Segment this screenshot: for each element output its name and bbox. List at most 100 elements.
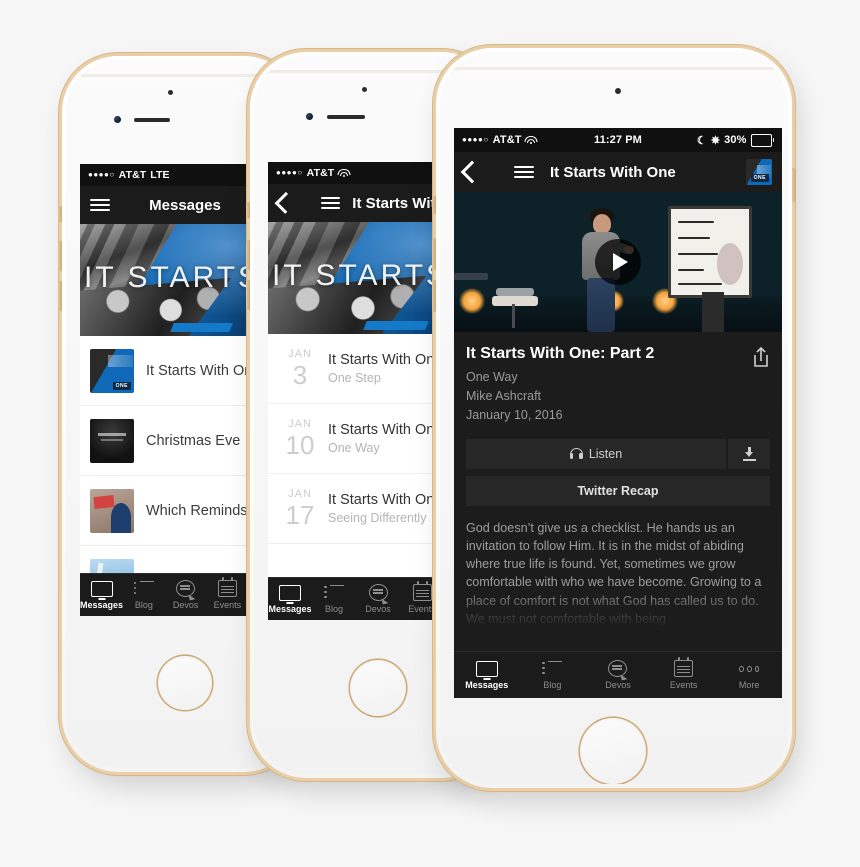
- carrier-label: AT&T: [118, 169, 147, 181]
- tab-label: Blog: [324, 603, 343, 614]
- messages-icon: [90, 580, 113, 597]
- tab-label: Events: [408, 604, 436, 614]
- blog-icon: [324, 584, 344, 601]
- tab-devos[interactable]: Devos: [356, 584, 400, 614]
- carrier-label: AT&T: [492, 134, 522, 146]
- list-thumbnail: [90, 348, 134, 393]
- chevron-left-icon[interactable]: [274, 191, 297, 215]
- front-camera-icon: [114, 116, 121, 123]
- play-button[interactable]: [595, 239, 641, 285]
- phone-3-screen: ●●●●○ AT&T 11:27 PM ☾ ✵ 30% It Starts Wi…: [454, 128, 782, 698]
- listen-button[interactable]: Listen: [466, 438, 726, 469]
- tab-label: Blog: [134, 599, 153, 610]
- signal-dots-icon: ●●●●○: [88, 170, 115, 179]
- episode-day: 3: [292, 360, 308, 390]
- earpiece-speaker: [134, 118, 170, 122]
- events-icon: [412, 581, 432, 601]
- episode-date: JAN 17: [276, 489, 324, 529]
- hamburger-icon[interactable]: [321, 197, 341, 209]
- list-item-title: It Starts With One: [146, 362, 261, 379]
- video-player[interactable]: [454, 192, 782, 332]
- share-icon[interactable]: [752, 346, 770, 368]
- front-camera-icon: [306, 113, 313, 120]
- download-icon: [742, 446, 756, 461]
- hamburger-icon[interactable]: [514, 166, 534, 178]
- wifi-icon: [337, 168, 351, 178]
- tab-events[interactable]: Events: [207, 577, 249, 610]
- episode-date: JAN 10: [276, 419, 324, 460]
- devos-icon: [608, 660, 628, 677]
- events-icon: [217, 577, 237, 597]
- episode-month: JAN: [288, 348, 312, 360]
- play-icon: [612, 253, 628, 271]
- list-thumbnail: [90, 418, 134, 463]
- tab-label: Events: [669, 680, 698, 690]
- episode-day: 10: [285, 430, 315, 460]
- battery-percent-label: 30%: [724, 134, 747, 146]
- list-thumbnail: [90, 488, 134, 533]
- hamburger-icon[interactable]: [90, 199, 110, 211]
- episode-title: It Starts With One: [328, 492, 443, 508]
- moon-icon: ☾: [696, 134, 707, 147]
- battery-icon: [750, 133, 774, 147]
- tab-devos[interactable]: Devos: [585, 660, 651, 690]
- signal-dots-icon: ●●●●○: [276, 168, 303, 177]
- tab-messages[interactable]: Messages: [80, 580, 124, 610]
- episode-date: JAN 3: [276, 348, 324, 390]
- sermon-series: One Way: [466, 370, 518, 385]
- tab-bar-3: Messages Blog Devos Events More: [454, 651, 782, 698]
- tab-blog[interactable]: Blog: [312, 584, 356, 614]
- episode-subtitle: One Step: [328, 371, 381, 385]
- home-button[interactable]: [350, 660, 406, 716]
- signal-dots-icon: ●●●●○: [462, 135, 489, 144]
- home-button[interactable]: [580, 718, 646, 784]
- wifi-icon: [524, 135, 538, 145]
- tab-blog[interactable]: Blog: [123, 580, 165, 610]
- nav-bar-3: It Starts With One: [454, 152, 782, 192]
- clock-label: 11:27 PM: [594, 134, 642, 146]
- episode-subtitle: One Way: [328, 441, 380, 455]
- proximity-sensor: [168, 90, 173, 95]
- headphones-icon: [569, 448, 583, 460]
- stage-light: [459, 288, 485, 314]
- action-row: Listen: [466, 438, 770, 469]
- bluetooth-icon: ✵: [710, 134, 721, 147]
- tab-label: Events: [213, 600, 242, 610]
- stage-stool: [492, 296, 538, 306]
- tab-label: Messages: [268, 603, 312, 614]
- tab-messages[interactable]: Messages: [454, 660, 520, 690]
- twitter-recap-button[interactable]: Twitter Recap: [466, 475, 770, 506]
- more-icon: [739, 661, 760, 677]
- proximity-sensor: [615, 88, 621, 94]
- tab-label: Messages: [80, 599, 124, 610]
- devos-icon: [368, 584, 388, 601]
- sermon-date: January 10, 2016: [466, 408, 563, 423]
- download-button[interactable]: [728, 438, 770, 469]
- tab-more[interactable]: More: [716, 661, 782, 690]
- tab-label: Messages: [465, 679, 509, 690]
- messages-icon: [475, 660, 498, 677]
- twitter-recap-label: Twitter Recap: [577, 483, 659, 498]
- tab-events[interactable]: Events: [651, 657, 717, 690]
- tab-label: Blog: [543, 679, 562, 690]
- carrier-label: AT&T: [306, 167, 335, 179]
- episode-title: It Starts With One: [328, 352, 443, 368]
- chevron-left-icon[interactable]: [460, 160, 484, 184]
- tab-blog[interactable]: Blog: [520, 660, 586, 690]
- tab-label: More: [738, 679, 760, 690]
- tab-messages[interactable]: Messages: [268, 584, 312, 614]
- tab-label: Devos: [605, 680, 631, 690]
- proximity-sensor: [362, 87, 367, 92]
- page-title: Messages: [149, 196, 221, 214]
- devos-icon: [176, 580, 196, 597]
- episode-title: It Starts With One: [328, 422, 443, 438]
- sermon-title: It Starts With One: Part 2: [466, 345, 655, 362]
- home-button[interactable]: [158, 656, 212, 710]
- series-art-thumbnail[interactable]: [746, 159, 772, 185]
- phone-mockup-stage: ●●●●○ AT&T LTE 11:06 Messages IT STARTS: [0, 0, 860, 867]
- list-item-title: Christmas Eve: [146, 432, 241, 449]
- sermon-detail: It Starts With One: Part 2 One Way Mike …: [454, 332, 782, 698]
- tab-devos[interactable]: Devos: [165, 580, 207, 610]
- earpiece-speaker: [327, 115, 365, 119]
- network-label: LTE: [150, 169, 170, 181]
